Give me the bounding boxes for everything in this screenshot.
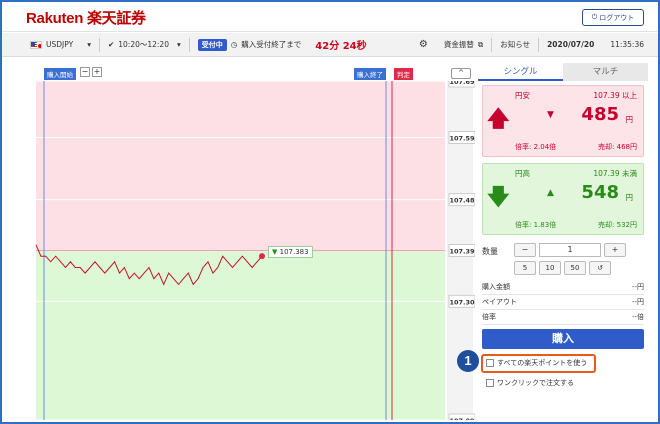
row-value: --円 — [631, 283, 644, 291]
time-label: 11:35:36 — [610, 40, 644, 49]
high-condition: 107.39 以上 — [593, 91, 637, 100]
time-range-label: 10:20〜12:20 — [118, 40, 169, 49]
toolbar: USDJPY ▾ ✔ 10:20〜12:20 ▾ 受付中 ◷ 購入受付終了まで … — [2, 33, 658, 57]
high-option-card[interactable]: 🡅 円安 107.39 以上 ▼ 485 円 倍率: 2.04倍 売却: 468… — [482, 85, 644, 157]
check-icon: ✔ — [107, 40, 115, 49]
reset-icon[interactable]: ↺ — [589, 261, 611, 275]
highlight-box — [481, 354, 596, 373]
external-link-icon: ⧉ — [477, 39, 484, 49]
buy-start-tag: 購入開始 — [44, 68, 76, 80]
high-label: 円安 — [515, 91, 530, 100]
header: Rakuten 楽天証券 ⏻ ログアウト — [2, 2, 658, 32]
low-zone — [36, 250, 445, 420]
clock-icon: ◷ — [230, 40, 238, 49]
triangle-down-icon: ▼ — [272, 248, 278, 257]
tab-single[interactable]: シングル — [478, 63, 563, 81]
tab-multi[interactable]: マルチ — [563, 63, 648, 81]
price-chart[interactable]: 購入開始 − + 購入終了 判定 ^ 107.69 107.59 107.48 107… — [30, 63, 475, 420]
row-label: 購入金額 — [482, 283, 510, 291]
low-label: 円高 — [515, 169, 530, 178]
settings-button[interactable]: ⚙ — [411, 33, 436, 56]
low-rate: 倍率: 1.83倍 — [515, 221, 557, 229]
arrow-up-icon: 🡅 — [487, 107, 510, 132]
time-range-selector[interactable]: ✔ 10:20〜12:20 ▾ — [100, 33, 189, 56]
current-price-value: 107.383 — [279, 248, 309, 257]
chart-top-bar: 購入開始 − + 購入終了 判定 ^ — [30, 63, 475, 81]
low-sale: 売却: 532円 — [598, 221, 637, 229]
purchase-amount-row: 購入金額 --円 — [482, 280, 644, 295]
quick-quantity-buttons: 5 10 50 ↺ — [514, 261, 611, 275]
gear-icon: ⚙ — [418, 39, 428, 50]
current-price-tag: ▼ 107.383 — [268, 246, 313, 259]
high-price: 485 — [581, 104, 619, 125]
date-display: 2020/07/20 — [539, 33, 602, 56]
buy-button[interactable]: 購入 — [482, 329, 644, 349]
axis-tick-label: 107.30 — [449, 298, 475, 306]
triangle-up-icon: ▲ — [547, 188, 554, 198]
quantity-input[interactable]: 1 — [539, 243, 601, 257]
low-condition: 107.39 未満 — [593, 169, 637, 178]
notice-label: お知らせ — [500, 40, 531, 49]
one-click-checkbox[interactable]: ワンクリックで注文する — [486, 378, 574, 388]
judge-tag: 判定 — [394, 68, 413, 80]
quick-5-button[interactable]: 5 — [514, 261, 536, 275]
one-click-label: ワンクリックで注文する — [497, 379, 574, 387]
row-label: ペイアウト — [482, 298, 517, 306]
chevron-down-icon: ▾ — [87, 40, 91, 49]
notice-link[interactable]: お知らせ — [492, 33, 538, 56]
status-badge: 受付中 — [197, 38, 227, 51]
axis-tick-label: 107.59 — [449, 135, 475, 143]
date-label: 2020/07/20 — [547, 40, 595, 49]
pair-label: USDJPY — [46, 40, 74, 49]
high-zone — [36, 81, 445, 251]
row-value: --倍 — [631, 313, 644, 321]
axis-tick-label: 107.09 — [449, 417, 475, 420]
quick-10-button[interactable]: 10 — [539, 261, 561, 275]
payout-row: ペイアウト --円 — [482, 295, 644, 310]
collapse-button[interactable]: ^ — [451, 68, 471, 79]
zoom-in-button[interactable]: + — [92, 67, 102, 77]
countdown-value: 42分 24秒 — [315, 41, 367, 52]
triangle-down-icon: ▼ — [547, 110, 554, 120]
high-price-unit: 円 — [625, 115, 634, 124]
rakuten-logo: Rakuten 楽天証券 — [26, 10, 146, 27]
deposit-link[interactable]: 資金振替 ⧉ — [436, 33, 491, 56]
high-rate: 倍率: 2.04倍 — [515, 143, 557, 151]
low-price: 548 — [581, 182, 619, 203]
step-number-badge: 1 — [457, 350, 479, 372]
quantity-plus-button[interactable]: + — [604, 243, 626, 257]
usd-jpy-flag-icon — [30, 40, 42, 49]
time-display: 11:35:36 — [602, 33, 658, 56]
current-price-dot — [259, 253, 265, 260]
checkbox[interactable] — [486, 379, 494, 387]
logout-button[interactable]: ⏻ ログアウト — [582, 9, 644, 26]
quantity-minus-button[interactable]: − — [514, 243, 536, 257]
rate-row: 倍率 --倍 — [482, 310, 644, 325]
chart-canvas: 107.69 107.59 107.48 107.39 107.30 107.09 — [35, 81, 475, 420]
high-sale: 売却: 468円 — [598, 143, 637, 151]
low-price-unit: 円 — [625, 193, 634, 202]
countdown-label: 購入受付終了まで — [241, 40, 302, 49]
quantity-stepper: − 1 + — [514, 243, 626, 257]
deposit-label: 資金振替 — [443, 40, 474, 49]
axis-tick-label: 107.69 — [449, 81, 475, 86]
pair-selector[interactable]: USDJPY ▾ — [2, 33, 99, 56]
row-label: 倍率 — [482, 313, 496, 321]
arrow-down-icon: 🡇 — [487, 185, 510, 210]
axis-tick-label: 107.39 — [449, 248, 475, 256]
zoom-out-button[interactable]: − — [80, 67, 90, 77]
row-value: --円 — [631, 298, 644, 306]
axis-tick-label: 107.48 — [449, 197, 475, 205]
quick-50-button[interactable]: 50 — [564, 261, 586, 275]
chevron-down-icon: ▾ — [176, 40, 181, 49]
order-tabs: シングル マルチ — [478, 63, 648, 81]
low-option-card[interactable]: 🡇 円高 107.39 未満 ▲ 548 円 倍率: 1.83倍 売却: 532… — [482, 163, 644, 235]
logout-icon: ⏻ — [591, 13, 598, 21]
status-area: 受付中 ◷ 購入受付終了まで 42分 24秒 — [190, 33, 375, 56]
logout-label: ログアウト — [599, 13, 635, 22]
quantity-label: 数量 — [482, 247, 498, 256]
buy-end-tag: 購入終了 — [354, 68, 386, 80]
